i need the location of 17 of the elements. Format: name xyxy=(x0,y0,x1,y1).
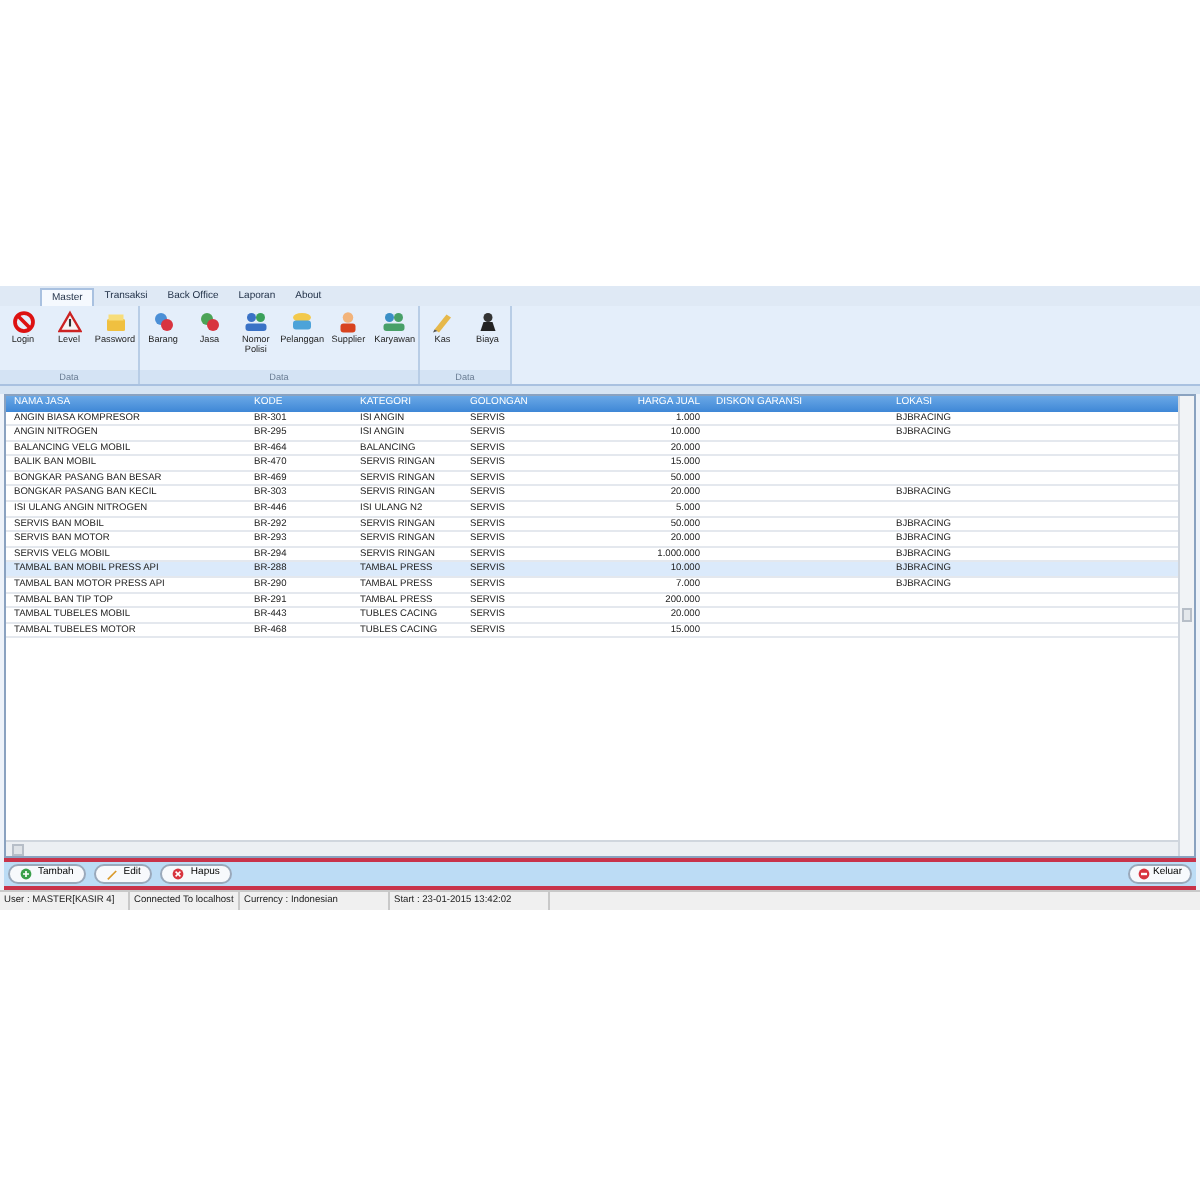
folder-icon xyxy=(103,310,127,334)
person-icon xyxy=(336,310,361,334)
plus-icon xyxy=(20,868,32,880)
people-icon xyxy=(382,310,407,334)
warning-icon xyxy=(57,310,81,334)
horizontal-scrollbar[interactable] xyxy=(6,840,1178,856)
boxes-icon xyxy=(151,310,176,334)
pencil-icon xyxy=(430,310,455,334)
delete-icon xyxy=(172,868,185,880)
weight-icon xyxy=(475,310,500,334)
no-entry-icon xyxy=(11,310,35,334)
vertical-scrollbar[interactable] xyxy=(1178,396,1194,856)
exit-icon xyxy=(1137,868,1150,880)
stack-icon xyxy=(290,310,315,334)
people-icon xyxy=(243,310,268,334)
pencil-icon xyxy=(105,868,118,880)
boxes-icon xyxy=(197,310,222,334)
